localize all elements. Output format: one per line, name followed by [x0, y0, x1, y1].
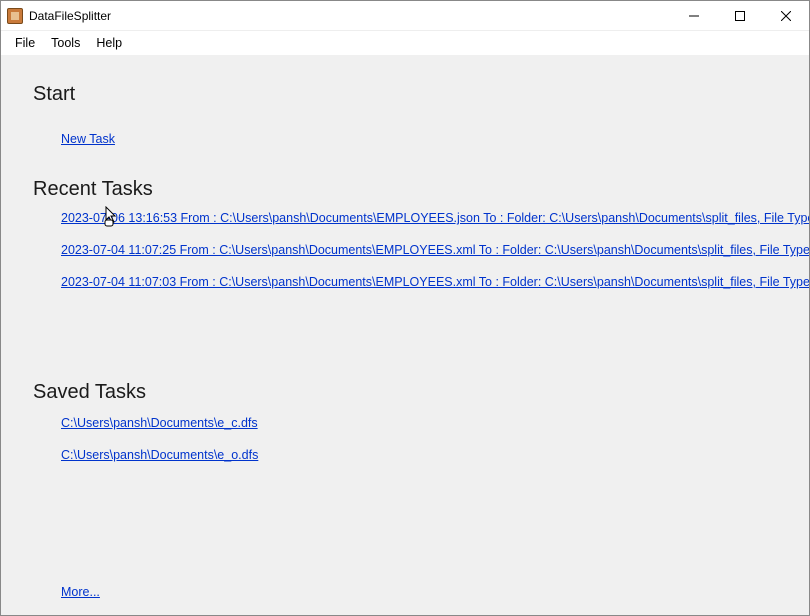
recent-tasks-list: 2023-07-06 13:16:53 From : C:\Users\pans…: [33, 209, 809, 291]
new-task-link[interactable]: New Task: [61, 132, 115, 146]
saved-task-link[interactable]: C:\Users\pansh\Documents\e_c.dfs: [61, 416, 258, 430]
maximize-button[interactable]: [717, 1, 763, 31]
titlebar: DataFileSplitter: [1, 1, 809, 31]
minimize-button[interactable]: [671, 1, 717, 31]
client-area: Start New Task Recent Tasks 2023-07-06 1…: [1, 55, 809, 615]
menu-tools[interactable]: Tools: [43, 34, 88, 52]
heading-recent: Recent Tasks: [33, 178, 809, 201]
recent-task-link[interactable]: 2023-07-06 13:16:53 From : C:\Users\pans…: [61, 211, 809, 225]
close-button[interactable]: [763, 1, 809, 31]
heading-saved: Saved Tasks: [33, 381, 809, 404]
menu-help[interactable]: Help: [88, 34, 130, 52]
saved-tasks-list: C:\Users\pansh\Documents\e_c.dfs C:\User…: [33, 414, 809, 464]
more-link[interactable]: More...: [61, 585, 100, 599]
saved-task-link[interactable]: C:\Users\pansh\Documents\e_o.dfs: [61, 448, 258, 462]
window-title: DataFileSplitter: [29, 9, 111, 23]
heading-start: Start: [33, 83, 809, 106]
recent-task-link[interactable]: 2023-07-04 11:07:03 From : C:\Users\pans…: [61, 275, 809, 289]
menu-file[interactable]: File: [7, 34, 43, 52]
recent-task-link[interactable]: 2023-07-04 11:07:25 From : C:\Users\pans…: [61, 243, 809, 257]
menubar: File Tools Help: [1, 31, 809, 55]
app-icon: [7, 8, 23, 24]
